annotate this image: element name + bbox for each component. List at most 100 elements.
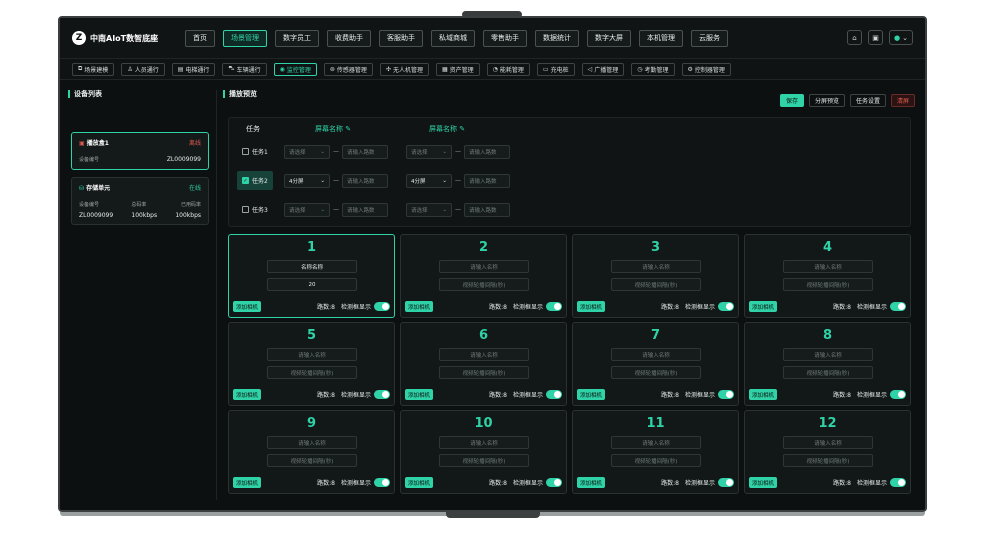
detect-box-toggle[interactable] <box>546 302 562 311</box>
cell-interval-input[interactable]: 视频轮播间隔(秒) <box>267 454 357 467</box>
cell-name-input[interactable]: 请输入名称 <box>267 348 357 361</box>
device-card-player[interactable]: ▣ 播放盒1 离线 设备编号 ZL0009099 <box>71 132 209 170</box>
subnav-item-12[interactable]: ⚙ 控制器管理 <box>681 62 731 76</box>
add-camera-button[interactable]: 添加相机 <box>577 477 606 488</box>
screen-icon[interactable]: ▣ <box>868 30 883 45</box>
cell-name-input[interactable]: 请输入名称 <box>611 348 701 361</box>
add-camera-button[interactable]: 添加相机 <box>577 389 606 400</box>
screen-cell[interactable]: 8 请输入名称 视频轮播间隔(秒) 添加相机 路数:8 检测框显示 <box>744 322 911 406</box>
screen-header-2[interactable]: 屏幕名称 ✎ <box>429 124 465 134</box>
add-camera-button[interactable]: 添加相机 <box>233 301 262 312</box>
screen-header-1[interactable]: 屏幕名称 ✎ <box>315 124 351 134</box>
screen-cell[interactable]: 7 请输入名称 视频轮播间隔(秒) 添加相机 路数:8 检测框显示 <box>572 322 739 406</box>
detect-box-toggle[interactable] <box>718 302 734 311</box>
detect-box-toggle[interactable] <box>718 390 734 399</box>
detect-box-toggle[interactable] <box>374 390 390 399</box>
task-settings-button[interactable]: 任务设置 <box>849 94 886 107</box>
cell-name-input[interactable]: 请输入名称 <box>783 436 873 449</box>
nav-item-1[interactable]: 场景管理 <box>223 29 267 47</box>
screen-cell[interactable]: 3 请输入名称 视频轮播间隔(秒) 添加相机 路数:8 检测框显示 <box>572 234 739 318</box>
cell-interval-input[interactable]: 20 <box>267 278 357 291</box>
screen1-ways-input[interactable]: 请输入路数 <box>342 173 388 188</box>
cell-interval-input[interactable]: 视频轮播间隔(秒) <box>611 454 701 467</box>
add-camera-button[interactable]: 添加相机 <box>233 477 262 488</box>
nav-item-8[interactable]: 数字大屏 <box>587 29 631 47</box>
detect-box-toggle[interactable] <box>718 478 734 487</box>
user-menu[interactable]: ● ⌄ <box>889 30 913 45</box>
cell-interval-input[interactable]: 视频轮播间隔(秒) <box>783 454 873 467</box>
subnav-item-4[interactable]: ◉ 监控管理 <box>273 62 317 76</box>
subnav-item-9[interactable]: ▭ 充电桩 <box>536 62 575 76</box>
cell-name-input[interactable]: 请输入名称 <box>267 436 357 449</box>
nav-item-3[interactable]: 收费助手 <box>327 29 371 47</box>
subnav-item-2[interactable]: ▤ 电梯通行 <box>171 62 216 76</box>
screen1-split-select[interactable]: 请选择 ⌄ <box>284 144 330 159</box>
subnav-item-11[interactable]: ◷ 考勤管理 <box>631 62 675 76</box>
add-camera-button[interactable]: 添加相机 <box>233 389 262 400</box>
subnav-item-5[interactable]: ⊚ 传感器管理 <box>323 62 373 76</box>
subnav-item-0[interactable]: ⧉ 场景建模 <box>72 62 115 76</box>
screen-cell[interactable]: 9 请输入名称 视频轮播间隔(秒) 添加相机 路数:8 检测框显示 <box>228 410 395 494</box>
nav-item-2[interactable]: 数字员工 <box>275 29 319 47</box>
screen2-split-select[interactable]: 请选择 ⌄ <box>406 202 452 217</box>
cell-interval-input[interactable]: 视频轮播间隔(秒) <box>783 278 873 291</box>
add-camera-button[interactable]: 添加相机 <box>749 301 778 312</box>
nav-item-10[interactable]: 云服务 <box>691 29 728 47</box>
detect-box-toggle[interactable] <box>374 302 390 311</box>
cell-interval-input[interactable]: 视频轮播间隔(秒) <box>783 366 873 379</box>
cell-name-input[interactable]: 请输入名称 <box>611 436 701 449</box>
cell-interval-input[interactable]: 视频轮播间隔(秒) <box>611 366 701 379</box>
cell-name-input[interactable]: 请输入名称 <box>439 436 529 449</box>
nav-item-4[interactable]: 客服助手 <box>379 29 423 47</box>
screen2-split-select[interactable]: 请选择 ⌄ <box>406 144 452 159</box>
detect-box-toggle[interactable] <box>890 390 906 399</box>
add-camera-button[interactable]: 添加相机 <box>405 389 434 400</box>
subnav-item-1[interactable]: ♙ 人员通行 <box>121 62 165 76</box>
save-button[interactable]: 保存 <box>779 94 804 107</box>
screen-cell[interactable]: 12 请输入名称 视频轮播间隔(秒) 添加相机 路数:8 检测框显示 <box>744 410 911 494</box>
task-checkbox[interactable]: 任务3 <box>237 200 273 219</box>
cell-interval-input[interactable]: 视频轮播间隔(秒) <box>439 366 529 379</box>
screen1-ways-input[interactable]: 请输入路数 <box>342 202 388 217</box>
clear-screen-button[interactable]: 清屏 <box>890 94 915 107</box>
subnav-item-7[interactable]: ▦ 资产管理 <box>435 62 480 76</box>
subnav-item-3[interactable]: ⛍ 车辆通行 <box>222 62 267 76</box>
detect-box-toggle[interactable] <box>890 478 906 487</box>
add-camera-button[interactable]: 添加相机 <box>749 389 778 400</box>
add-camera-button[interactable]: 添加相机 <box>405 477 434 488</box>
subnav-item-6[interactable]: ✣ 无人机管理 <box>379 62 429 76</box>
screen2-ways-input[interactable]: 请输入路数 <box>464 144 510 159</box>
add-camera-button[interactable]: 添加相机 <box>577 301 606 312</box>
cell-interval-input[interactable]: 视频轮播间隔(秒) <box>611 278 701 291</box>
detect-box-toggle[interactable] <box>546 478 562 487</box>
nav-item-7[interactable]: 数据统计 <box>535 29 579 47</box>
add-camera-button[interactable]: 添加相机 <box>749 477 778 488</box>
screen-cell[interactable]: 2 请输入名称 视频轮播间隔(秒) 添加相机 路数:8 检测框显示 <box>400 234 567 318</box>
screen-cell[interactable]: 6 请输入名称 视频轮播间隔(秒) 添加相机 路数:8 检测框显示 <box>400 322 567 406</box>
cell-interval-input[interactable]: 视频轮播间隔(秒) <box>439 278 529 291</box>
subnav-item-8[interactable]: ◔ 能耗管理 <box>486 62 530 76</box>
task-checkbox[interactable]: ✓ 任务2 <box>237 171 273 190</box>
nav-item-0[interactable]: 首页 <box>185 29 215 47</box>
cell-name-input[interactable]: 请输入名称 <box>439 260 529 273</box>
nav-item-9[interactable]: 本机管理 <box>639 29 683 47</box>
home-icon[interactable]: ⌂ <box>847 30 862 45</box>
screen1-split-select[interactable]: 4分屏 ⌄ <box>284 173 330 188</box>
screen2-ways-input[interactable]: 请输入路数 <box>464 173 510 188</box>
subnav-item-10[interactable]: ◁ 广播管理 <box>581 62 625 76</box>
split-preview-button[interactable]: 分屏预览 <box>808 94 845 107</box>
screen-cell[interactable]: 10 请输入名称 视频轮播间隔(秒) 添加相机 路数:8 检测框显示 <box>400 410 567 494</box>
nav-item-6[interactable]: 零售助手 <box>483 29 527 47</box>
screen2-ways-input[interactable]: 请输入路数 <box>464 202 510 217</box>
cell-name-input[interactable]: 名称名称 <box>267 260 357 273</box>
cell-name-input[interactable]: 请输入名称 <box>439 348 529 361</box>
cell-name-input[interactable]: 请输入名称 <box>611 260 701 273</box>
detect-box-toggle[interactable] <box>374 478 390 487</box>
cell-interval-input[interactable]: 视频轮播间隔(秒) <box>267 366 357 379</box>
device-card-storage[interactable]: ⛁ 存储单元 在线 设备编号 ZL0009099 总码率 100kbps 已用码率 1… <box>71 177 209 225</box>
cell-name-input[interactable]: 请输入名称 <box>783 348 873 361</box>
screen-cell[interactable]: 11 请输入名称 视频轮播间隔(秒) 添加相机 路数:8 检测框显示 <box>572 410 739 494</box>
task-checkbox[interactable]: 任务1 <box>237 142 273 161</box>
screen-cell[interactable]: 4 请输入名称 视频轮播间隔(秒) 添加相机 路数:8 检测框显示 <box>744 234 911 318</box>
detect-box-toggle[interactable] <box>546 390 562 399</box>
